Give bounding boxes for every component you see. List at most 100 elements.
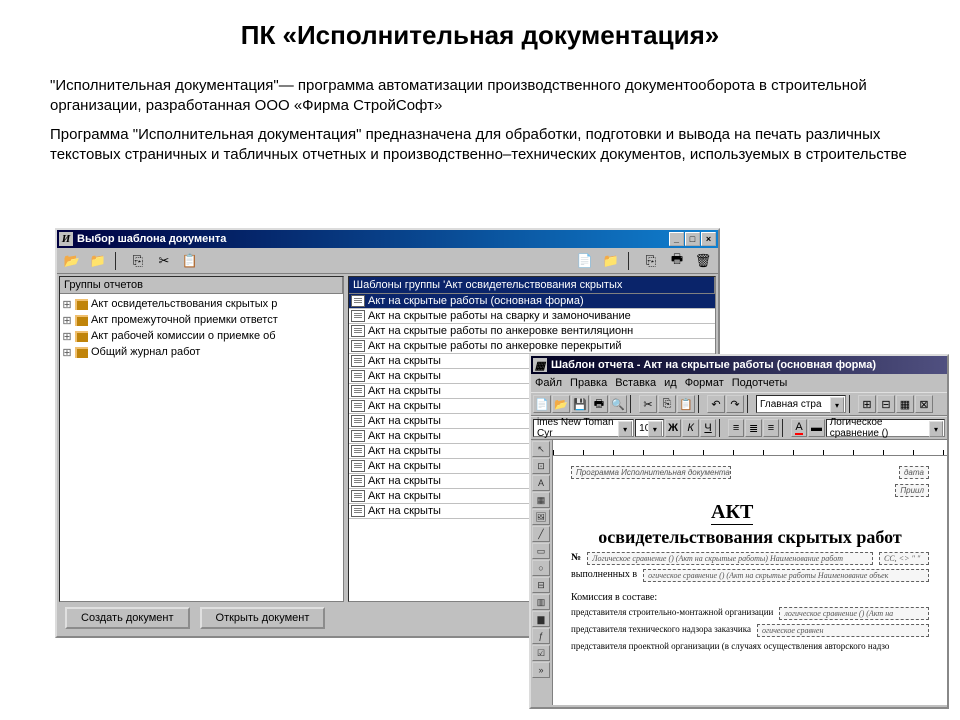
template-label: Акт на скрытые работы по анкеровке венти… (368, 325, 633, 337)
circle-tool-icon[interactable]: ○ (532, 560, 550, 576)
field-marker-1: № (571, 552, 581, 565)
logic-combo[interactable]: Логическое сравнение () (826, 419, 945, 437)
undo-icon[interactable]: ↶ (707, 395, 725, 413)
template-item[interactable]: Акт на скрытые работы по анкеровке перек… (349, 339, 715, 354)
toolbar-folder-icon[interactable]: 📁 (87, 251, 109, 271)
align-center-icon[interactable]: ≣ (745, 419, 761, 437)
menu-item[interactable]: ид (664, 377, 677, 389)
document-icon (351, 340, 365, 352)
menu-item[interactable]: Вставка (615, 377, 656, 389)
barcode-tool-icon[interactable]: ▥ (532, 594, 550, 610)
tb-b-icon[interactable]: ⊟ (877, 395, 895, 413)
arrow-tool-icon[interactable]: ↖ (532, 441, 550, 457)
underline-icon[interactable]: Ч (700, 419, 716, 437)
template-label: Акт на скрытые работы на сварку и замоно… (368, 310, 631, 322)
field-work-name[interactable]: Логическое сравнение () (Акт на скрытые … (587, 552, 873, 565)
group-item[interactable]: ⊞Акт рабочей комиссии о приемке об (62, 328, 341, 344)
template-label: Акт на скрыты (368, 385, 441, 397)
table-tool-icon[interactable]: ▦ (532, 492, 550, 508)
field-rep-builder[interactable]: логическое сравнение () (Акт на (779, 607, 929, 620)
document-canvas[interactable]: Программа Исполнительная документация да… (553, 456, 947, 705)
toolbar-open-icon[interactable]: 📂 (61, 251, 83, 271)
menu-item[interactable]: Правка (570, 377, 607, 389)
size-combo[interactable]: 10 (635, 419, 664, 437)
toolbar-copy2-icon[interactable]: ⎘ (640, 251, 662, 271)
rect-tool-icon[interactable]: ▭ (532, 543, 550, 559)
field-ss[interactable]: СС, <> " " (879, 552, 929, 565)
text-tool-icon[interactable]: A (532, 475, 550, 491)
template-label: Акт на скрыты (368, 460, 441, 472)
toolbar-copy-icon[interactable]: ⎘ (127, 251, 149, 271)
field-rep-customer[interactable]: огическое сравнен (757, 624, 929, 637)
copy-icon[interactable]: ⎘ (658, 395, 676, 413)
group-item[interactable]: ⊞Акт промежуточной приемки ответст (62, 312, 341, 328)
redo-icon[interactable]: ↷ (726, 395, 744, 413)
font-combo[interactable]: imes New Toman Cyr (533, 419, 634, 437)
formula-tool-icon[interactable]: ƒ (532, 628, 550, 644)
toolbar-paste-icon[interactable]: 📋 (179, 251, 201, 271)
menu-item[interactable]: Файл (535, 377, 562, 389)
menu-bar[interactable]: Файл Правка Вставка ид Формат Подотчеты (531, 374, 947, 392)
fill-icon[interactable]: ▬ (808, 419, 824, 437)
field-tool-icon[interactable]: ⊟ (532, 577, 550, 593)
folder-icon (75, 315, 88, 326)
field-appendix[interactable]: Приил (895, 484, 929, 497)
preview-icon[interactable]: 🔍 (609, 395, 627, 413)
tb-a-icon[interactable]: ⊞ (858, 395, 876, 413)
minimize-button[interactable]: _ (669, 232, 684, 246)
toolbar-folder2-icon[interactable]: 📁 (600, 251, 622, 271)
line-tool-icon[interactable]: ╱ (532, 526, 550, 542)
align-left-icon[interactable]: ≡ (728, 419, 744, 437)
italic-icon[interactable]: К (682, 419, 698, 437)
group-item[interactable]: ⊞Акт освидетельствования скрытых р (62, 296, 341, 312)
toolbar-delete-icon[interactable]: 🗑 (692, 251, 714, 271)
toolbar: 📂 📁 ⎘ ✂ 📋 📄 📁 ⎘ 🖶 🗑 (57, 248, 718, 274)
align-right-icon[interactable]: ≡ (763, 419, 779, 437)
groups-tree[interactable]: ⊞Акт освидетельствования скрытых р⊞Акт п… (60, 294, 343, 601)
document-icon (351, 445, 365, 457)
template-label: Акт на скрыты (368, 490, 441, 502)
chart-tool-icon[interactable]: ▆ (532, 611, 550, 627)
bold-icon[interactable]: Ж (665, 419, 681, 437)
paste-icon[interactable]: 📋 (677, 395, 695, 413)
template-item[interactable]: Акт на скрытые работы по анкеровке венти… (349, 324, 715, 339)
print-icon[interactable]: 🖶 (590, 395, 608, 413)
checkbox-tool-icon[interactable]: ☑ (532, 645, 550, 661)
template-label: Акт на скрыты (368, 400, 441, 412)
cut-icon[interactable]: ✂ (639, 395, 657, 413)
create-document-button[interactable]: Создать документ (65, 607, 190, 629)
template-item[interactable]: Акт на скрытые работы на сварку и замоно… (349, 309, 715, 324)
save-icon[interactable]: 💾 (571, 395, 589, 413)
open-icon[interactable]: 📂 (552, 395, 570, 413)
close-button[interactable]: × (701, 232, 716, 246)
field-date[interactable]: дата (899, 466, 929, 479)
horizontal-ruler[interactable] (553, 440, 947, 456)
label-rep-customer: представителя технического надзора заказ… (571, 624, 751, 637)
image-tool-icon[interactable]: 🖼 (532, 509, 550, 525)
chevron-tool-icon[interactable]: » (532, 662, 550, 678)
select-tool-icon[interactable]: ⊡ (532, 458, 550, 474)
slide-title: ПК «Исполнительная документация» (50, 20, 910, 51)
open-document-button[interactable]: Открыть документ (200, 607, 326, 629)
template-label: Акт на скрыты (368, 415, 441, 427)
maximize-button[interactable]: □ (685, 232, 700, 246)
tb-c-icon[interactable]: ▦ (896, 395, 914, 413)
editor-titlebar[interactable]: ▦ Шаблон отчета - Акт на скрытые работы … (531, 356, 947, 374)
titlebar[interactable]: И Выбор шаблона документа _ □ × (57, 230, 718, 248)
field-program[interactable]: Программа Исполнительная документация (571, 466, 731, 479)
toolbar-cut-icon[interactable]: ✂ (153, 251, 175, 271)
group-item[interactable]: ⊞Общий журнал работ (62, 344, 341, 360)
toolbar-print-icon[interactable]: 🖶 (666, 251, 688, 271)
page-combo[interactable]: Главная стра (756, 395, 846, 413)
tb-d-icon[interactable]: ⊠ (915, 395, 933, 413)
document-icon (351, 460, 365, 472)
menu-item[interactable]: Подотчеты (732, 377, 788, 389)
toolbar-new-icon[interactable]: 📄 (574, 251, 596, 271)
folder-icon (75, 331, 88, 342)
field-object-name[interactable]: огическое сравнение () (Акт на скрытые р… (643, 569, 929, 582)
menu-item[interactable]: Формат (685, 377, 724, 389)
group-label: Акт освидетельствования скрытых р (91, 298, 277, 310)
template-item[interactable]: Акт на скрытые работы (основная форма) (349, 294, 715, 309)
new-icon[interactable]: 📄 (533, 395, 551, 413)
font-color-icon[interactable]: A (791, 419, 807, 437)
